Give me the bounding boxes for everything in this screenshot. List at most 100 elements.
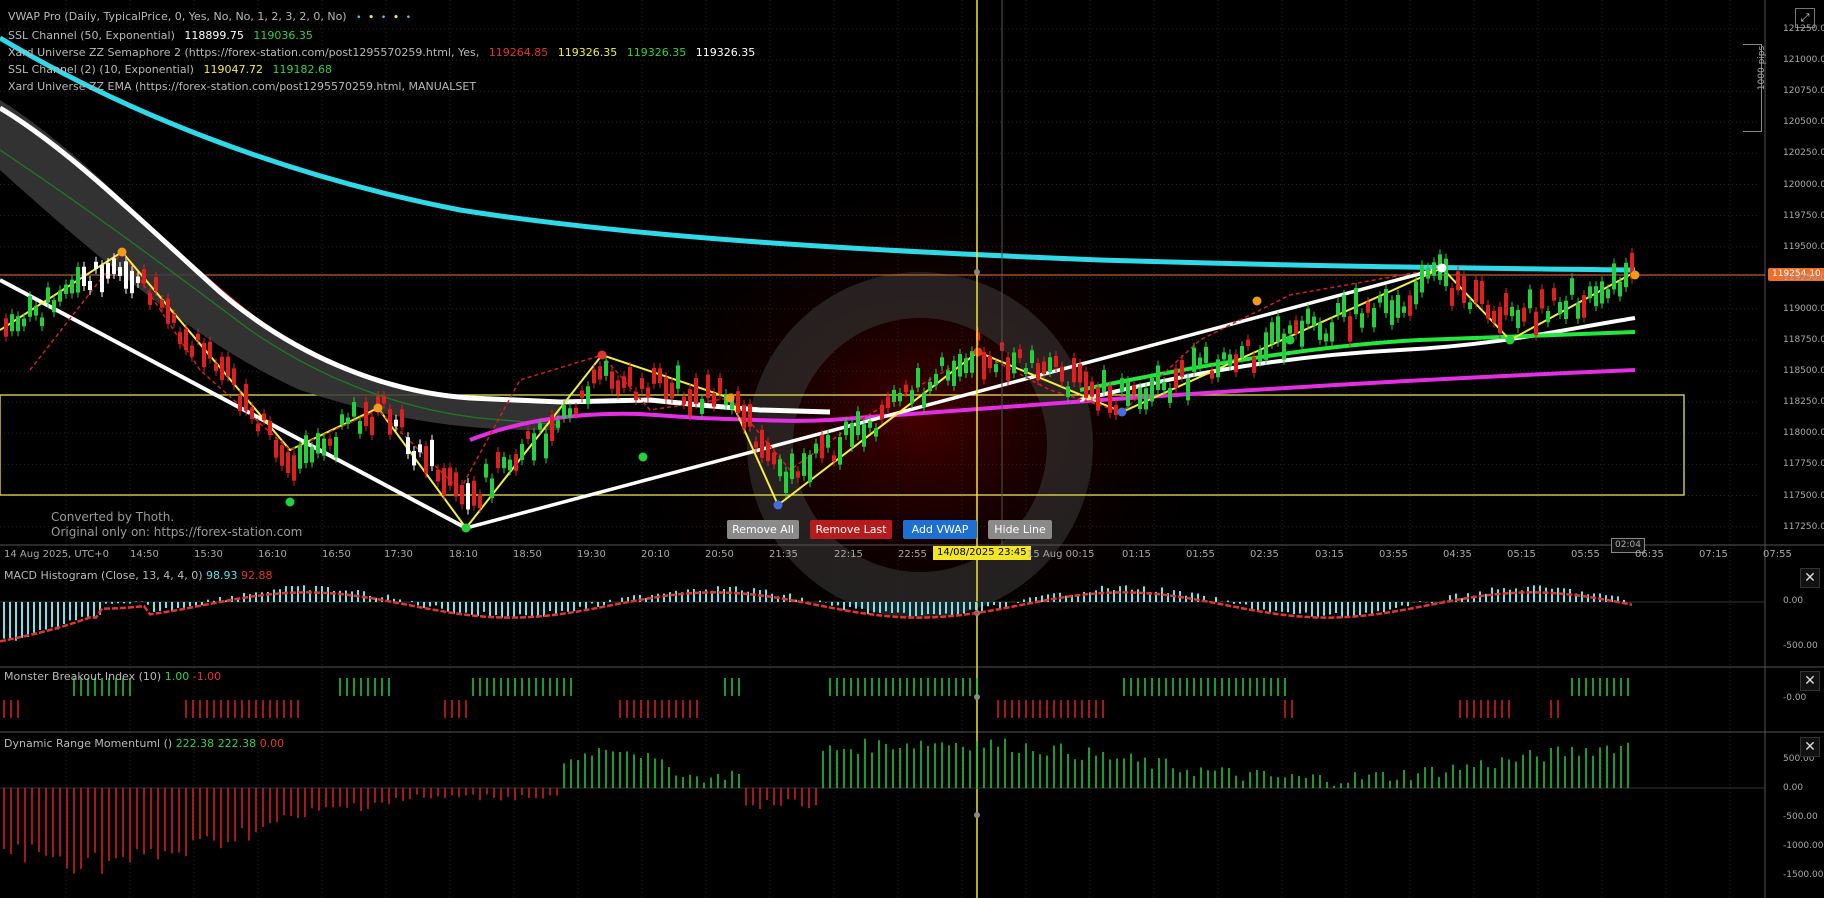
drm-value1: 222.38	[175, 737, 215, 750]
candle-body	[394, 419, 398, 427]
candle-body	[1222, 352, 1226, 360]
candle-body	[430, 439, 434, 467]
price-axis-label: 119750.00	[1783, 210, 1824, 221]
close-monster-icon[interactable]: ✕	[1800, 671, 1820, 691]
time-axis-label: 22:55	[898, 549, 927, 560]
candle-body	[1180, 360, 1184, 377]
legend-vwap[interactable]: VWAP Pro (Daily, TypicalPrice, 0, Yes, N…	[8, 8, 761, 27]
candle-body	[562, 405, 566, 418]
watermark-line1: Converted by Thoth.	[51, 510, 175, 524]
candle-body	[100, 265, 104, 293]
legend-ssl50[interactable]: SSL Channel (50, Exponential) 118899.75 …	[8, 27, 761, 44]
candle-body	[1054, 355, 1058, 367]
macd-axis-1: -500.00	[1783, 641, 1818, 651]
legend-vwap-dots: • • • • •	[356, 13, 414, 23]
candle-body	[796, 471, 800, 478]
candle-body	[1072, 358, 1076, 383]
candle-body	[1168, 388, 1172, 403]
watermark-line2: Original only on: https://forex-station.…	[51, 525, 303, 539]
candle-body	[1192, 347, 1196, 372]
candle-body	[904, 384, 908, 393]
candle-body	[1600, 281, 1604, 304]
candle-body	[76, 267, 80, 293]
remove-last-button[interactable]: Remove Last	[810, 520, 892, 539]
candle-body	[460, 484, 464, 505]
candle-body	[1282, 333, 1286, 360]
close-drm-icon[interactable]: ✕	[1800, 737, 1820, 757]
candle-body	[1504, 293, 1508, 316]
candle-body	[934, 373, 938, 386]
macd-value2: 92.88	[241, 569, 273, 582]
candle-body	[1150, 377, 1154, 402]
hide-line-button[interactable]: Hide Line	[988, 520, 1052, 539]
candle-body	[610, 371, 614, 389]
candle-body	[1396, 295, 1400, 318]
candle-body	[1348, 316, 1352, 342]
monster-legend[interactable]: Monster Breakout Index (10) 1.00 -1.00	[4, 670, 221, 683]
indicator-legend: VWAP Pro (Daily, TypicalPrice, 0, Yes, N…	[8, 8, 761, 95]
legend-ema[interactable]: Xard Universe ZZ EMA (https://forex-stat…	[8, 78, 761, 95]
candle-body	[538, 423, 542, 430]
price-axis-label: 117500.00	[1783, 490, 1824, 501]
legend-ssl2[interactable]: SSL Channel (2) (10, Exponential) 119047…	[8, 61, 761, 78]
candle-body	[766, 442, 770, 462]
macd-label: MACD Histogram (Close, 13, 4, 4, 0)	[4, 569, 203, 582]
remove-all-button[interactable]: Remove All	[727, 520, 799, 539]
price-chart[interactable]	[0, 0, 1824, 898]
price-axis-label: 119250.00	[1783, 272, 1824, 283]
candle-body	[190, 345, 194, 357]
candle-body	[646, 387, 650, 398]
candle-body	[64, 284, 68, 294]
candle-body	[1174, 368, 1178, 389]
candle-body	[1012, 352, 1016, 374]
candle-body	[1318, 322, 1322, 340]
candle-body	[898, 393, 902, 402]
candle-body	[1048, 357, 1052, 373]
candle-body	[910, 390, 914, 404]
candle-body	[1234, 354, 1238, 373]
macd-legend[interactable]: MACD Histogram (Close, 13, 4, 4, 0) 98.9…	[4, 569, 273, 582]
candle-body	[556, 420, 560, 428]
candle-body	[1384, 289, 1388, 314]
time-axis-label: 03:15	[1315, 549, 1344, 560]
semaphore-dot	[285, 497, 295, 507]
macd-axis-0: 0.00	[1783, 596, 1804, 606]
candle-body	[118, 267, 122, 276]
candle-body	[706, 374, 710, 399]
candle-body	[550, 414, 554, 442]
candle-body	[226, 356, 230, 377]
candle-body	[1432, 262, 1436, 276]
candle-body	[1372, 307, 1376, 328]
price-axis-label: 120250.00	[1783, 148, 1824, 159]
candle-body	[4, 318, 8, 337]
candle-body	[1426, 267, 1430, 279]
candle-body	[388, 408, 392, 435]
semaphore-dot	[1285, 335, 1295, 345]
price-axis-label: 119000.00	[1783, 303, 1824, 314]
candle-body	[1258, 349, 1262, 362]
cursor-marker	[974, 812, 980, 818]
candle-body	[334, 436, 338, 458]
semaphore-dot	[461, 523, 471, 533]
candle-body	[1306, 308, 1310, 324]
candle-body	[838, 437, 842, 465]
time-axis-label: 15:30	[194, 549, 223, 560]
add-vwap-button[interactable]: Add VWAP	[903, 520, 977, 539]
candle-body	[1456, 271, 1460, 291]
close-macd-icon[interactable]: ✕	[1800, 568, 1820, 588]
candle-body	[622, 376, 626, 388]
candle-body	[832, 455, 836, 462]
candle-body	[52, 300, 56, 313]
candle-body	[1312, 316, 1316, 326]
drm-legend[interactable]: Dynamic Range Momentuml () 222.38 222.38…	[4, 737, 284, 750]
candle-body	[670, 382, 674, 399]
legend-zz[interactable]: Xard Universe ZZ Semaphore 2 (https://fo…	[8, 44, 761, 61]
candle-body	[262, 413, 266, 421]
candle-body	[508, 459, 512, 471]
candle-body	[862, 424, 866, 447]
candle-body	[340, 414, 344, 425]
candle-body	[616, 380, 620, 395]
candle-body	[178, 332, 182, 345]
candle-body	[802, 453, 806, 476]
candle-body	[856, 411, 860, 436]
